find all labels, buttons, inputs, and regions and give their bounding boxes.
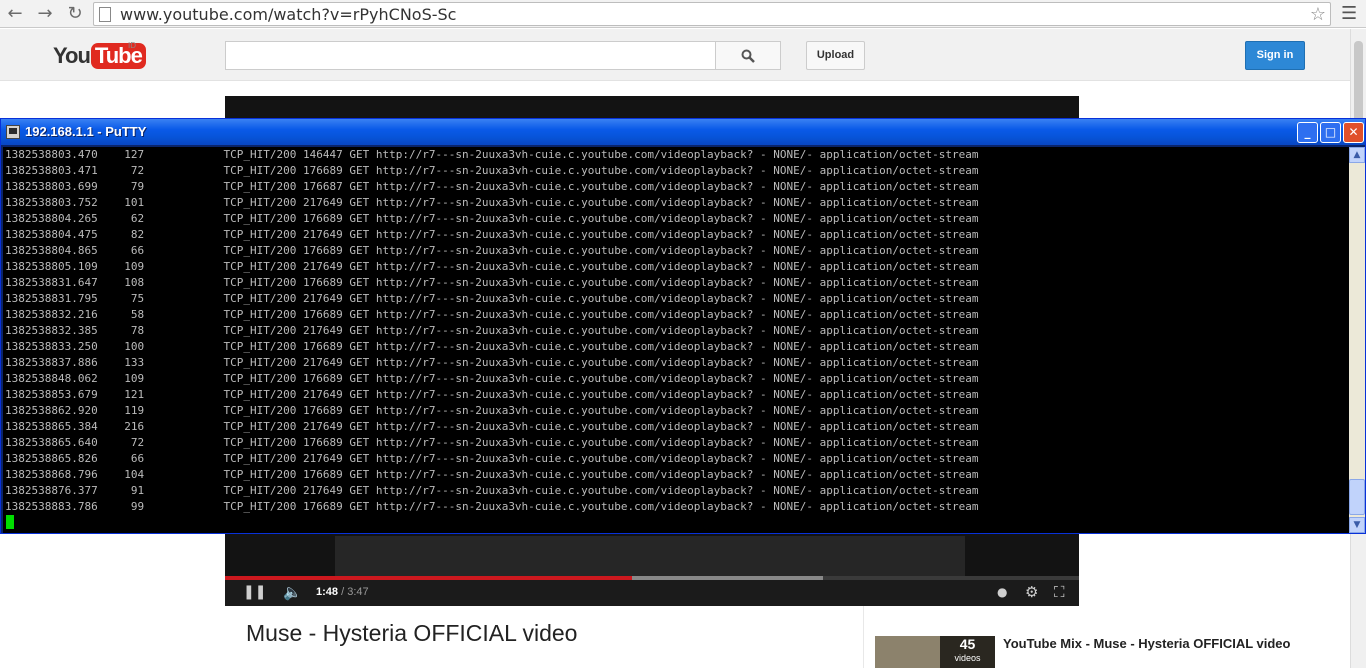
terminal-line: 1382538862.920 119 TCP_HIT/200 176689 GE… [5, 404, 979, 417]
close-button[interactable]: ✕ [1343, 122, 1364, 143]
screen: ← → ↻ www.youtube.com/watch?v=rPyhCNoS-S… [0, 0, 1366, 668]
url-text[interactable]: www.youtube.com/watch?v=rPyhCNoS-Sc [120, 5, 456, 24]
annotations-icon[interactable]: ● [997, 585, 1007, 599]
youtube-header: You Tube ID Upload Sign in [0, 29, 1350, 81]
terminal-line: 1382538868.796 104 TCP_HIT/200 176689 GE… [5, 468, 979, 481]
logo-you: You [53, 43, 91, 68]
terminal-scrollbar[interactable]: ▲ ▼ [1349, 147, 1365, 533]
upload-button[interactable]: Upload [806, 41, 865, 70]
terminal-line: 1382538832.385 78 TCP_HIT/200 217649 GET… [5, 324, 979, 337]
video-frame [335, 536, 965, 576]
terminal-line: 1382538865.384 216 TCP_HIT/200 217649 GE… [5, 420, 979, 433]
pause-icon[interactable]: ❚❚ [243, 584, 266, 600]
scroll-down-arrow-icon[interactable]: ▼ [1349, 517, 1365, 533]
menu-icon[interactable]: ☰ [1341, 3, 1357, 24]
terminal-scrollbar-thumb[interactable] [1349, 479, 1365, 515]
terminal-line: 1382538804.865 66 TCP_HIT/200 176689 GET… [5, 244, 979, 257]
address-bar[interactable]: www.youtube.com/watch?v=rPyhCNoS-Sc ☆ [93, 2, 1331, 26]
minimize-button[interactable]: _ [1297, 122, 1318, 143]
logo-tube: Tube [90, 43, 146, 69]
volume-icon[interactable]: 🔈 [283, 583, 302, 601]
putty-window[interactable]: 192.168.1.1 - PuTTY _ □ ✕ 1382538803.470… [0, 118, 1366, 534]
terminal-line: 1382538804.475 82 TCP_HIT/200 217649 GET… [5, 228, 979, 241]
terminal-line: 1382538831.647 108 TCP_HIT/200 176689 GE… [5, 276, 979, 289]
total-time: / 3:47 [341, 586, 369, 598]
mix-video-count: 45 videos [940, 636, 995, 668]
terminal-line: 1382538865.640 72 TCP_HIT/200 176689 GET… [5, 436, 979, 449]
terminal-line: 1382538804.265 62 TCP_HIT/200 176689 GET… [5, 212, 979, 225]
terminal-line: 1382538876.377 91 TCP_HIT/200 217649 GET… [5, 484, 979, 497]
settings-gear-icon[interactable]: ⚙ [1025, 583, 1038, 601]
browser-toolbar: ← → ↻ www.youtube.com/watch?v=rPyhCNoS-S… [0, 0, 1366, 28]
mix-count-number: 45 [959, 636, 976, 652]
terminal-area[interactable]: 1382538803.470 127 TCP_HIT/200 146447 GE… [3, 147, 1349, 533]
maximize-button[interactable]: □ [1320, 122, 1341, 143]
terminal-line: 1382538803.752 101 TCP_HIT/200 217649 GE… [5, 196, 979, 209]
star-icon[interactable]: ☆ [1310, 4, 1326, 25]
time-display: 1:48 / 3:47 [316, 586, 369, 598]
page-icon [99, 7, 111, 22]
terminal-line: 1382538883.786 99 TCP_HIT/200 176689 GET… [5, 500, 979, 513]
terminal-line: 1382538805.109 109 TCP_HIT/200 217649 GE… [5, 260, 979, 273]
video-title: Muse - Hysteria OFFICIAL video [246, 620, 578, 646]
scroll-up-arrow-icon[interactable]: ▲ [1349, 147, 1365, 163]
terminal-line: 1382538865.826 66 TCP_HIT/200 217649 GET… [5, 452, 979, 465]
search-icon [741, 49, 755, 63]
mix-count-label: videos [954, 653, 981, 663]
forward-icon[interactable]: → [34, 3, 56, 25]
reload-icon[interactable]: ↻ [64, 3, 86, 25]
terminal-line: 1382538803.470 127 TCP_HIT/200 146447 GE… [5, 148, 979, 161]
terminal-cursor [6, 515, 14, 529]
current-time: 1:48 [316, 586, 339, 598]
putty-icon[interactable] [6, 125, 20, 139]
back-icon[interactable]: ← [4, 3, 26, 25]
terminal-line: 1382538837.886 133 TCP_HIT/200 217649 GE… [5, 356, 979, 369]
putty-title: 192.168.1.1 - PuTTY [25, 124, 147, 139]
terminal-line: 1382538803.699 79 TCP_HIT/200 176687 GET… [5, 180, 979, 193]
fullscreen-icon[interactable]: ⛶ [1054, 583, 1065, 601]
terminal-line: 1382538833.250 100 TCP_HIT/200 176689 GE… [5, 340, 979, 353]
country-code: ID [128, 41, 136, 50]
sign-in-button[interactable]: Sign in [1245, 41, 1305, 70]
search-input[interactable] [225, 41, 716, 70]
player-controls: ❚❚ 🔈 1:48 / 3:47 ● ⚙ ⛶ [225, 580, 1079, 606]
search-button[interactable] [715, 41, 781, 70]
column-divider [863, 606, 864, 668]
terminal-line: 1382538848.062 109 TCP_HIT/200 176689 GE… [5, 372, 979, 385]
mix-title-link[interactable]: YouTube Mix - Muse - Hysteria OFFICIAL v… [1003, 636, 1293, 651]
putty-titlebar[interactable]: 192.168.1.1 - PuTTY _ □ ✕ [1, 119, 1365, 145]
terminal-line: 1382538831.795 75 TCP_HIT/200 217649 GET… [5, 292, 979, 305]
terminal-line: 1382538853.679 121 TCP_HIT/200 217649 GE… [5, 388, 979, 401]
terminal-line: 1382538803.471 72 TCP_HIT/200 176689 GET… [5, 164, 979, 177]
terminal-line: 1382538832.216 58 TCP_HIT/200 176689 GET… [5, 308, 979, 321]
